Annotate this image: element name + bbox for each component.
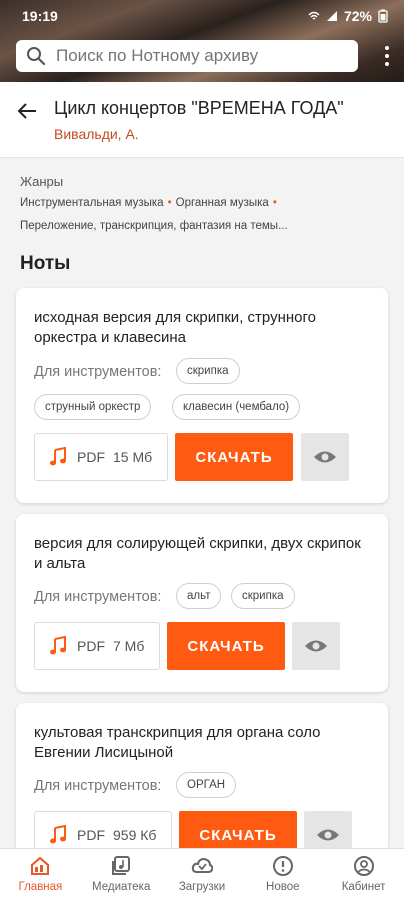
score-title: версия для солирующей скрипки, двух скри… [34,535,361,572]
file-size: 15 Мб [113,449,153,465]
preview-button[interactable] [301,433,349,481]
eye-icon [305,640,327,652]
nav-home[interactable]: Главная [0,849,81,900]
instruments-label: Для инструментов: [34,589,162,605]
nav-label: Загрузки [178,881,226,893]
status-time: 19:19 [22,8,58,24]
home-icon [31,856,50,875]
nav-account[interactable]: Кабинет [323,849,404,900]
download-button[interactable]: СКАЧАТЬ [167,622,285,670]
download-button[interactable]: СКАЧАТЬ [175,433,293,481]
file-info: PDF 7 Мб [34,622,160,670]
genre-tag[interactable]: Переложение, транскрипция, фантазия на т… [20,220,288,232]
genres-label: Жанры [20,174,64,189]
nav-label: Главная [18,881,63,893]
genre-tag[interactable]: Органная музыка [176,197,269,209]
file-type: PDF [77,827,105,843]
music-note-icon [50,636,66,655]
nav-label: Новое [266,881,300,893]
page-header: Цикл концертов "ВРЕМЕНА ГОДА" Вивальди, … [0,82,404,158]
music-note-icon [50,825,66,844]
eye-icon [317,829,339,841]
composer-link[interactable]: Вивальди, А. [54,126,139,142]
page-title: Цикл концертов "ВРЕМЕНА ГОДА" [54,98,344,118]
signal-icon [326,11,337,21]
more-menu-icon[interactable] [384,46,390,66]
cloud-download-icon [191,857,213,873]
genre-separator: • [167,197,172,209]
nav-label: Кабинет [341,881,386,893]
instrument-chip[interactable]: скрипка [176,358,240,384]
genre-tag[interactable]: Инструментальная музыка [20,197,164,209]
score-card: культовая транскрипция для органа соло Е… [16,703,388,859]
eye-icon [314,451,336,463]
new-alert-icon [272,856,293,876]
instruments-label: Для инструментов: [34,364,162,380]
instrument-chip[interactable]: альт [176,583,222,609]
score-title: культовая транскрипция для органа соло Е… [34,724,321,761]
genre-separator: • [272,197,277,209]
score-card: версия для солирующей скрипки, двух скри… [16,514,388,692]
instrument-chip[interactable]: ОРГАН [176,772,237,798]
file-size: 7 Мб [113,638,145,654]
instrument-chip[interactable]: клавесин (чембало) [172,394,301,420]
back-arrow-icon[interactable] [16,100,38,122]
search-icon [27,47,46,66]
wifi-icon [308,11,320,20]
score-card: исходная версия для скрипки, струнного о… [16,288,388,503]
instrument-chip[interactable]: скрипка [231,583,295,609]
music-note-icon [50,447,66,466]
genres-line-2: Переложение, транскрипция, фантазия на т… [20,220,288,232]
file-size: 959 Кб [113,827,157,843]
file-info: PDF 15 Мб [34,433,168,481]
search-bar[interactable] [16,40,358,72]
battery-level: 72% [343,8,372,24]
preview-button[interactable] [292,622,340,670]
media-library-icon [112,856,131,875]
status-bar: 19:19 72% [0,0,404,32]
file-type: PDF [77,449,105,465]
instruments-label: Для инструментов: [34,778,162,794]
account-icon [353,856,374,876]
instrument-chip[interactable]: струнный оркестр [34,394,152,420]
nav-downloads[interactable]: Загрузки [162,849,243,900]
nav-label: Медиатека [92,881,151,893]
file-type: PDF [77,638,105,654]
bottom-navigation: Главная Медиатека Загрузки Новое Кабинет [0,848,404,900]
score-title: исходная версия для скрипки, струнного о… [34,309,316,346]
battery-icon [378,9,388,23]
nav-new[interactable]: Новое [242,849,323,900]
genres-line-1: Инструментальная музыка • Органная музыка • [20,197,281,209]
notes-heading: Ноты [20,253,71,274]
status-icons: 72% [308,8,388,24]
nav-media-library[interactable]: Медиатека [81,849,162,900]
search-input[interactable] [56,46,346,66]
